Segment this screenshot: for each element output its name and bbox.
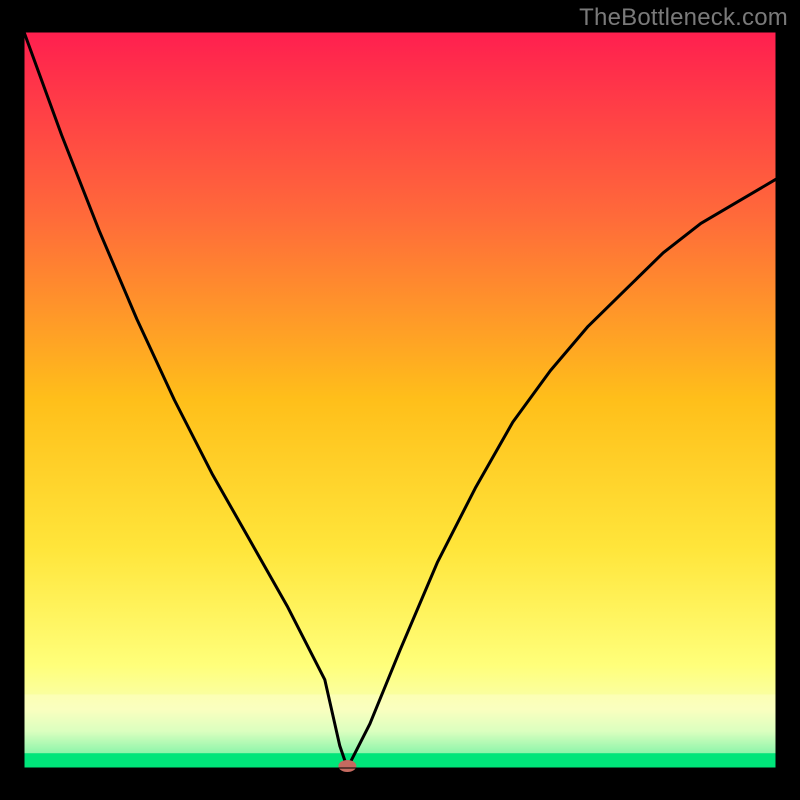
- optimum-marker: [338, 760, 356, 772]
- chart-frame: TheBottleneck.com: [0, 0, 800, 800]
- watermark-text: TheBottleneck.com: [579, 4, 788, 32]
- plot-background: [24, 32, 776, 768]
- green-band: [24, 753, 776, 768]
- bottleneck-chart: [0, 0, 800, 800]
- pale-band: [24, 694, 776, 753]
